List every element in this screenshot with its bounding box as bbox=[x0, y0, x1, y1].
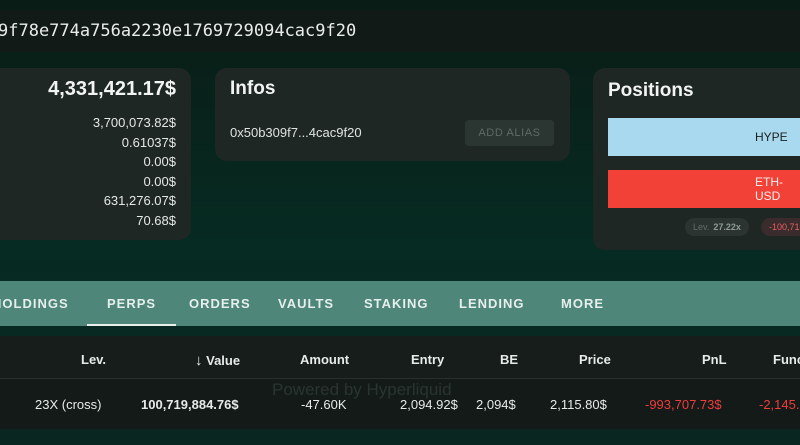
position-label: HYPE bbox=[755, 130, 788, 144]
tab-bar: HOLDINGS PERPS ORDERS VAULTS STAKING LEN… bbox=[0, 281, 800, 326]
position-label: ETH-USD bbox=[755, 175, 783, 203]
position-bar-eth-usd[interactable]: ETH-USD bbox=[608, 170, 800, 208]
infos-card: Infos 0x50b309f7...4cac9f20 ADD ALIAS bbox=[215, 68, 570, 161]
tab-more[interactable]: MORE bbox=[561, 281, 604, 326]
row-lev: 23X (cross) bbox=[35, 397, 102, 412]
table-header: Lev. ↓ Value Amount Entry BE Price PnL F… bbox=[0, 336, 800, 378]
total-value: 4,331,421.17$ bbox=[48, 78, 176, 100]
add-alias-button[interactable]: ADD ALIAS bbox=[465, 120, 554, 146]
header-value-label: Value bbox=[206, 353, 241, 368]
tab-staking[interactable]: STAKING bbox=[364, 281, 429, 326]
row-be: 2,094$ bbox=[476, 397, 516, 412]
leverage-value: 27.22x bbox=[713, 222, 741, 232]
positions-title: Positions bbox=[608, 80, 694, 101]
sort-arrow-icon: ↓ bbox=[195, 352, 203, 369]
wallet-address[interactable]: 9f78e774a756a2230e1769729094cac9f20 bbox=[0, 21, 356, 41]
row-pnl: -993,707.73$ bbox=[645, 397, 722, 412]
header-entry[interactable]: Entry bbox=[411, 352, 444, 367]
infos-title: Infos bbox=[230, 78, 276, 99]
pnl-value: -100,71 bbox=[769, 222, 800, 232]
row-price: 2,115.80$ bbox=[550, 397, 607, 412]
leverage-label: Lev. bbox=[693, 222, 710, 232]
infos-address[interactable]: 0x50b309f7...4cac9f20 bbox=[230, 125, 362, 140]
summary-line: 3,700,073.82$ bbox=[92, 115, 176, 130]
summary-line: 70.68$ bbox=[136, 212, 176, 228]
header-funding[interactable]: Func bbox=[773, 352, 800, 367]
summary-line: 0.00$ bbox=[143, 154, 176, 169]
summary-line: 631,276.07$ bbox=[103, 193, 176, 208]
header-lev[interactable]: Lev. bbox=[81, 352, 106, 367]
summary-card: 4,331,421.17$ 3,700,073.82$ 0.61037$ 0.0… bbox=[0, 68, 191, 240]
summary-line: 0.61037$ bbox=[121, 134, 176, 150]
row-funding: -2,145. bbox=[759, 397, 800, 412]
tab-holdings[interactable]: HOLDINGS bbox=[0, 281, 69, 326]
powered-by-watermark: Powered by Hyperliquid bbox=[272, 380, 452, 399]
positions-card: Positions HYPE ETH-USD Lev. 27.22x -100,… bbox=[593, 68, 800, 250]
tab-vaults[interactable]: VAULTS bbox=[278, 281, 334, 326]
tab-lending[interactable]: LENDING bbox=[459, 281, 525, 326]
tab-orders[interactable]: ORDERS bbox=[189, 281, 251, 326]
header-value[interactable]: ↓ Value bbox=[195, 352, 240, 369]
leverage-pill: Lev. 27.22x bbox=[685, 218, 749, 236]
header-pnl[interactable]: PnL bbox=[702, 352, 727, 367]
row-value: 100,719,884.76$ bbox=[141, 397, 239, 412]
tab-perps[interactable]: PERPS bbox=[86, 281, 177, 326]
header-price[interactable]: Price bbox=[579, 352, 611, 367]
position-bar-hype[interactable]: HYPE bbox=[608, 118, 800, 156]
address-bar: 9f78e774a756a2230e1769729094cac9f20 bbox=[0, 10, 800, 52]
pnl-pill: -100,71 bbox=[761, 218, 800, 236]
header-amount[interactable]: Amount bbox=[300, 352, 349, 367]
summary-breakdown: 3,700,073.82$ 0.61037$ 0.00$ 0.00$ 631,2… bbox=[93, 113, 176, 230]
summary-line: 0.00$ bbox=[143, 173, 176, 189]
header-be[interactable]: BE bbox=[500, 352, 518, 367]
